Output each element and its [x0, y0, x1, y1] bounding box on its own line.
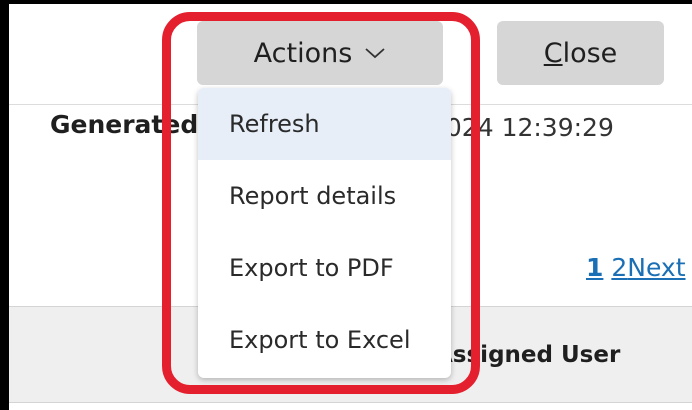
actions-button-label: Actions — [253, 37, 353, 69]
chevron-down-icon — [364, 46, 386, 60]
close-button-accesskey: C — [543, 37, 563, 69]
menu-item-refresh[interactable]: Refresh — [198, 88, 451, 160]
page-2-link[interactable]: 2 — [611, 253, 627, 282]
next-page-link[interactable]: Next — [627, 253, 685, 282]
window-frame-left — [0, 0, 9, 410]
pagination: 1 2Next — [586, 253, 686, 282]
generated-label: Generated — [50, 110, 199, 139]
menu-item-report-details[interactable]: Report details — [198, 160, 451, 232]
close-button[interactable]: Close — [497, 21, 664, 85]
actions-button[interactable]: Actions — [197, 21, 443, 85]
page-1-link[interactable]: 1 — [586, 253, 603, 282]
menu-item-export-excel[interactable]: Export to Excel — [198, 304, 451, 376]
generated-datetime: 2024 12:39:29 — [430, 113, 614, 142]
actions-dropdown-menu: Refresh Report details Export to PDF Exp… — [198, 88, 451, 378]
close-button-label: lose — [562, 37, 618, 69]
menu-item-export-pdf[interactable]: Export to PDF — [198, 232, 451, 304]
column-header-assigned-user[interactable]: Assigned User — [435, 342, 620, 368]
